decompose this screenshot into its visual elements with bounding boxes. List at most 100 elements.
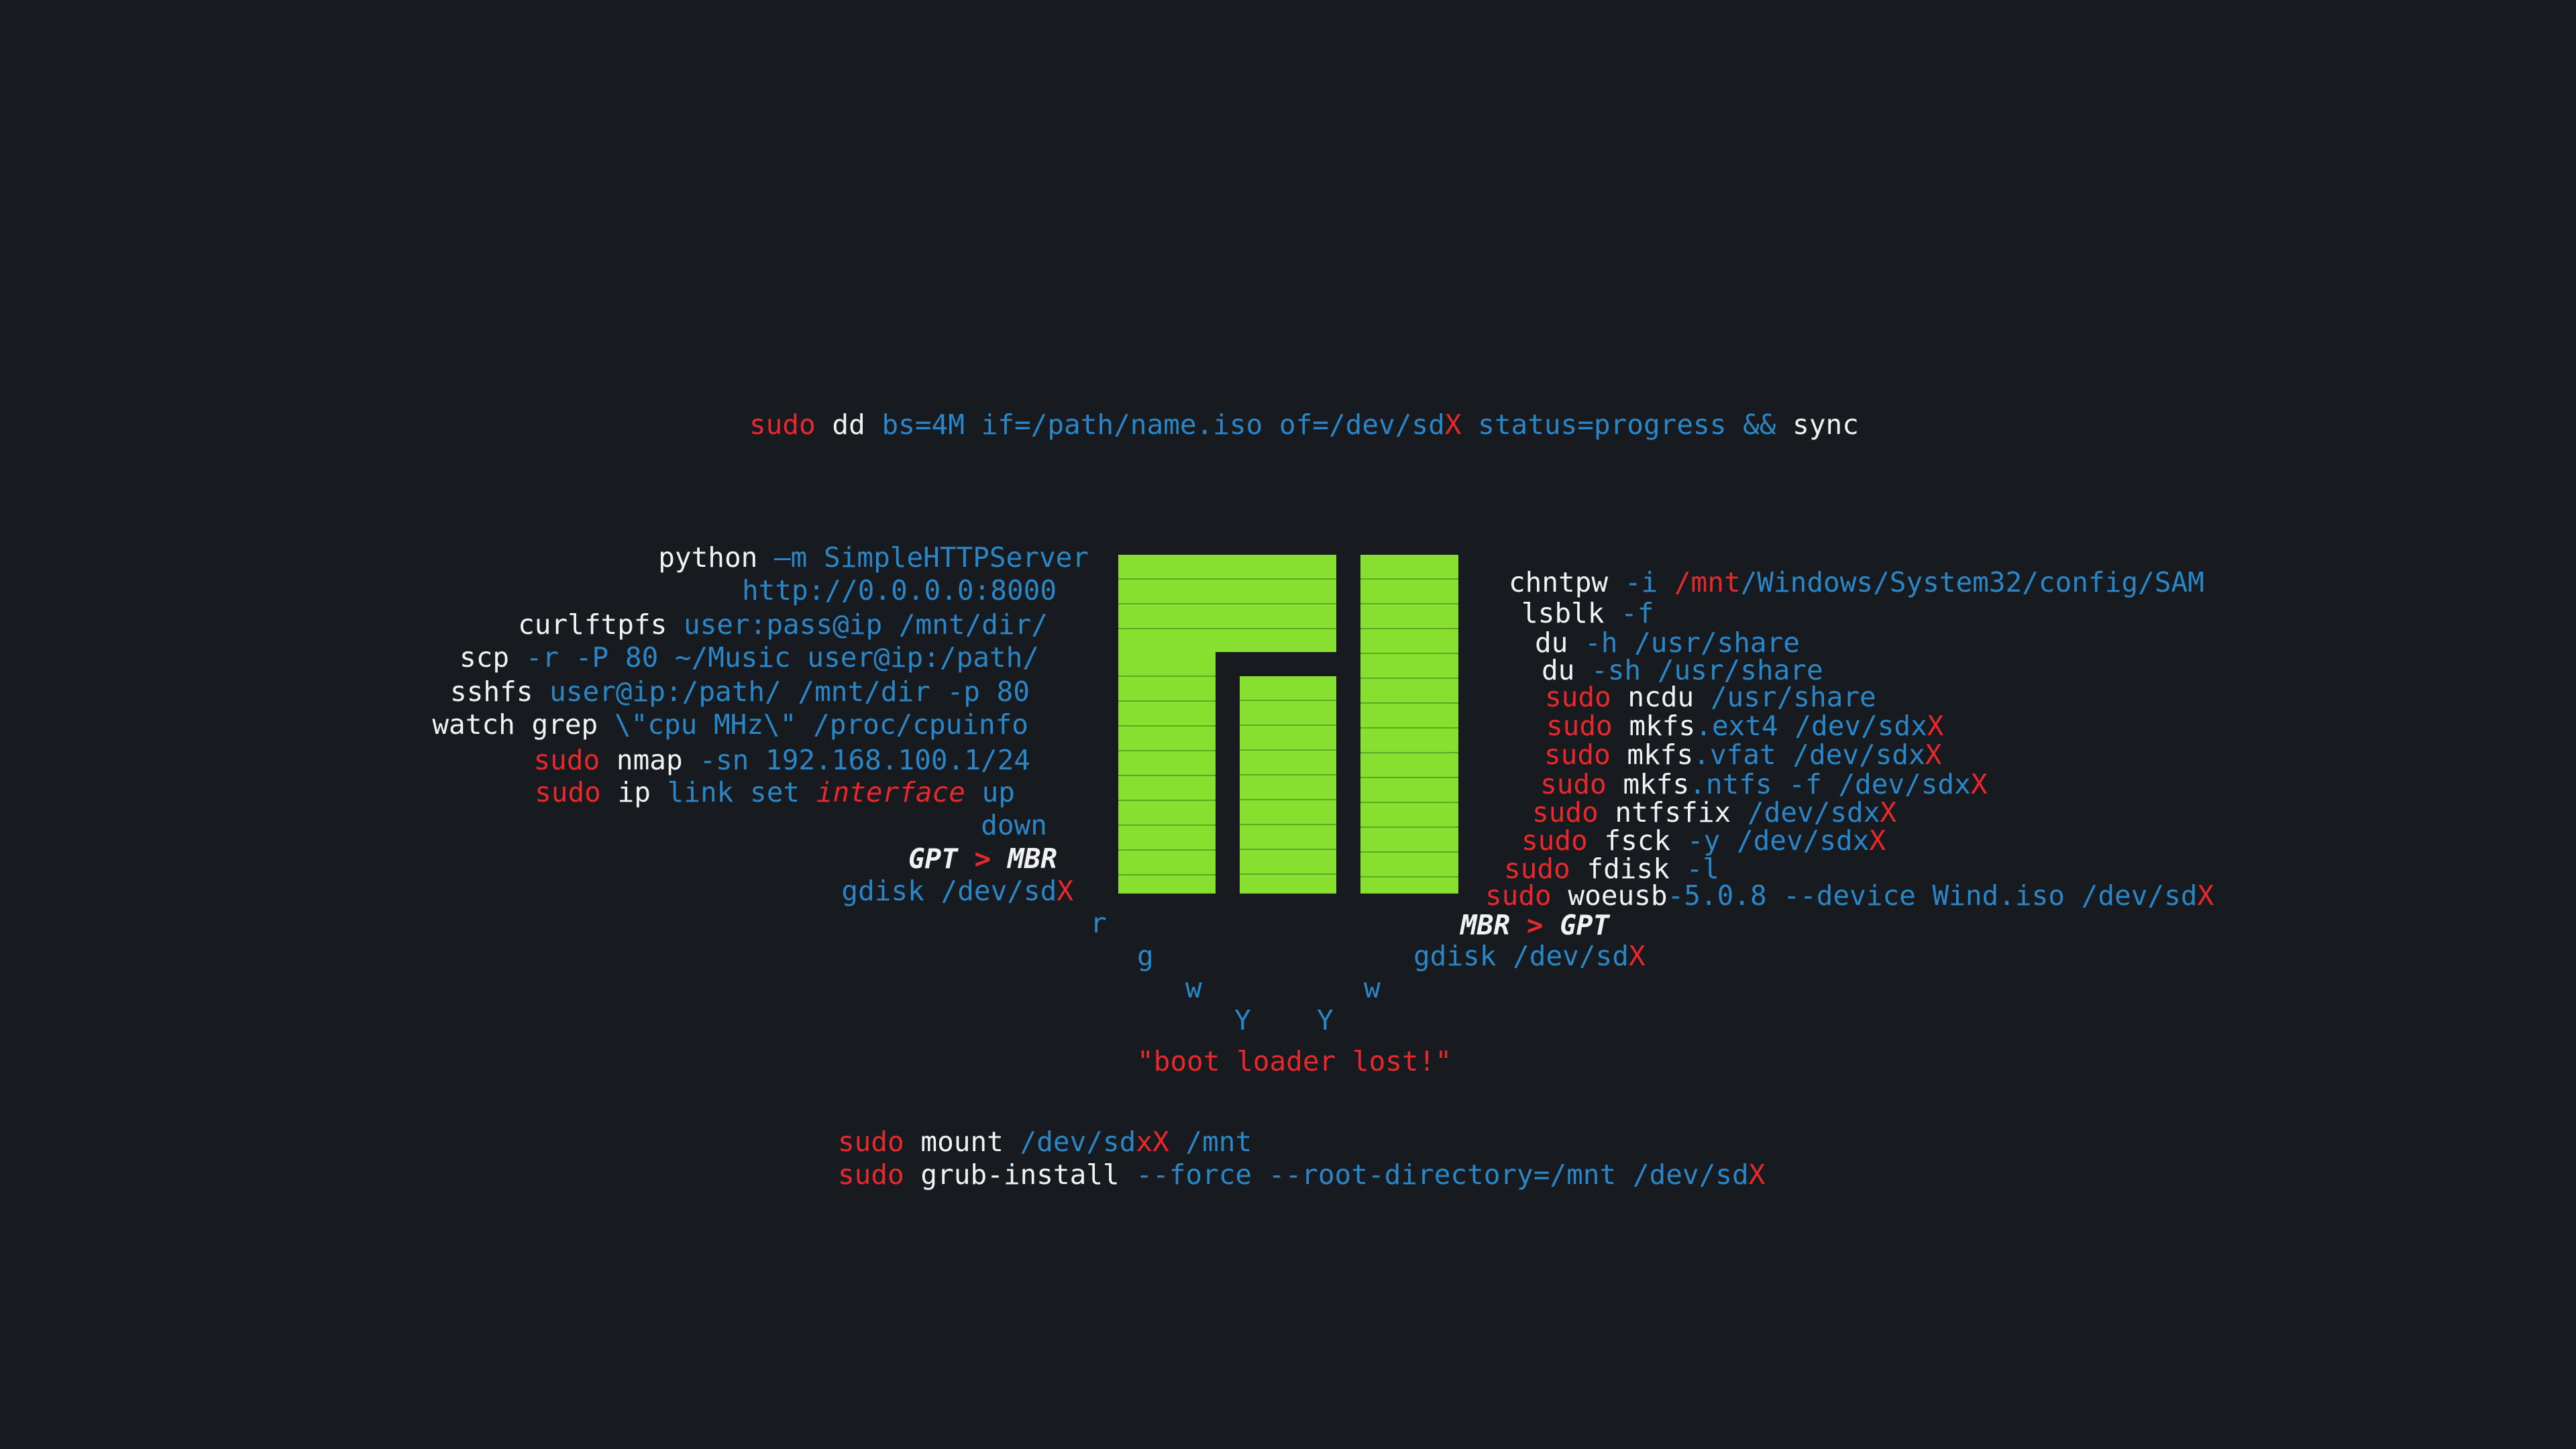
token: sudo — [533, 744, 600, 776]
token: python — [658, 541, 774, 574]
token: -sn 192.168.100.1/24 — [699, 744, 1030, 776]
command-line-gptmbr: GPT > MBR — [908, 845, 1057, 873]
token: x — [1911, 710, 1927, 742]
token: sudo — [838, 1126, 904, 1158]
token: nmap — [600, 744, 700, 776]
command-line-fsck: sudo fsck -y /dev/sdxX — [1521, 827, 1886, 855]
token: sudo — [1521, 824, 1588, 857]
command-line-watch: watch grep \"cpu MHz\" /proc/cpuinfo — [432, 711, 1028, 739]
token: gdisk /dev/sd — [1413, 940, 1629, 972]
token: watch grep — [432, 708, 614, 741]
command-line-chntpw: chntpw -i /mnt/Windows/System32/config/S… — [1509, 569, 2204, 596]
token: up — [965, 776, 1015, 808]
token: x — [1909, 739, 1925, 771]
token: sudo — [1532, 796, 1599, 828]
command-line-mkfs-ext4: sudo mkfs.ext4 /dev/sdxX — [1546, 712, 1943, 740]
token: .ext4 /dev/sd — [1695, 710, 1911, 742]
token: http://0.0.0.0:8000 — [742, 574, 1057, 606]
token: user@ip:/path/ /mnt/dir -p 80 — [549, 676, 1030, 708]
token: "boot loader lost!" — [1137, 1045, 1452, 1077]
token: sudo — [1540, 768, 1607, 800]
token: X — [1057, 875, 1073, 907]
token: r — [1090, 907, 1107, 939]
logo-right-column — [1360, 555, 1458, 894]
command-line-grub: sudo grub-install --force --root-directo… — [838, 1161, 1765, 1189]
token: ntfsfix — [1598, 796, 1748, 828]
token: g — [1137, 940, 1154, 972]
command-line-bootloader: "boot loader lost!" — [1137, 1048, 1452, 1075]
logo-left-column — [1118, 652, 1216, 894]
token: .ntfs -f /dev/sd — [1689, 768, 1955, 800]
token: X — [1748, 1159, 1766, 1191]
command-line-ntfsfix: sudo ntfsfix /dev/sdxX — [1532, 799, 1896, 826]
token: interface — [816, 776, 965, 808]
command-line-ncdu: sudo ncdu /usr/share — [1545, 684, 1876, 711]
token: mkfs — [1610, 739, 1694, 771]
command-line-fdisk: sudo fdisk -l — [1504, 855, 1719, 883]
token: /mnt — [1674, 566, 1741, 598]
token: x — [1863, 796, 1880, 828]
command-line-letter-Y-left: Y — [1234, 1007, 1251, 1034]
command-line-down: down — [981, 812, 1047, 839]
token: X — [1925, 739, 1942, 771]
command-line-iplink: sudo ip link set interface up — [535, 779, 1015, 806]
token: sudo — [838, 1159, 904, 1191]
command-line-letter-g: g — [1137, 943, 1154, 970]
token: mount — [904, 1126, 1020, 1158]
token: --force --root-directory=/mnt /dev/sd — [1136, 1159, 1749, 1191]
token: X — [1927, 710, 1944, 742]
token: x — [1954, 768, 1971, 800]
token: sshfs — [450, 676, 550, 708]
token: sudo — [535, 776, 601, 808]
token: X — [1880, 796, 1897, 828]
token: X — [1152, 1126, 1169, 1158]
command-line-letter-w-right: w — [1364, 975, 1381, 1002]
command-line-nmap: sudo nmap -sn 192.168.100.1/24 — [533, 747, 1030, 774]
token: > — [1510, 909, 1560, 941]
token: user:pass@ip /mnt/dir/ — [683, 608, 1048, 641]
token: Y — [1317, 1004, 1334, 1036]
token: gdisk /dev/sd — [841, 875, 1057, 907]
token: /dev/sd — [1020, 1126, 1136, 1158]
token: —m SimpleHTTPServer — [774, 541, 1089, 574]
token: grub-install — [904, 1159, 1136, 1191]
token: mkfs — [1606, 768, 1690, 800]
command-line-gdisk-left: gdisk /dev/sdX — [841, 877, 1073, 905]
token: X — [1970, 768, 1988, 800]
logo-top-bar — [1118, 555, 1336, 652]
command-line-curlftpfs: curlftpfs user:pass@ip /mnt/dir/ — [518, 611, 1048, 639]
command-line-sshfs: sshfs user@ip:/path/ /mnt/dir -p 80 — [450, 678, 1030, 706]
command-line-letter-Y-right: Y — [1317, 1007, 1334, 1034]
token: lsblk — [1521, 597, 1621, 629]
token: MBR — [1460, 909, 1511, 941]
token: sudo — [1545, 681, 1611, 713]
token: X — [1444, 409, 1462, 441]
token: x — [1136, 1126, 1153, 1158]
desktop-wallpaper: sudo dd bs=4M if=/path/name.iso of=/dev/… — [0, 0, 2576, 1449]
command-line-du-h: du -h /usr/share — [1535, 629, 1800, 657]
token: /Windows/System32/config/SAM — [1740, 566, 2204, 598]
command-line-woeusb: sudo woeusb-5.0.8 --device Wind.iso /dev… — [1485, 882, 2214, 910]
command-line-dd: sudo dd bs=4M if=/path/name.iso of=/dev/… — [749, 411, 1859, 439]
token: sync — [1792, 409, 1859, 441]
token: sudo — [1485, 879, 1552, 912]
token: -r -P 80 ~/Music user@ip:/path/ — [525, 641, 1039, 674]
token: -y /dev/sd — [1686, 824, 1853, 857]
token: GPT — [908, 843, 958, 875]
command-line-mkfs-vfat: sudo mkfs.vfat /dev/sdxX — [1544, 741, 1941, 769]
command-line-gdisk-right: gdisk /dev/sdX — [1413, 943, 1646, 970]
manjaro-logo-icon — [1118, 555, 1458, 894]
token: scp — [460, 641, 526, 674]
command-line-lsblk: lsblk -f — [1521, 600, 1654, 627]
token: w — [1185, 972, 1202, 1004]
token: /usr/share — [1710, 681, 1876, 713]
token: link set — [667, 776, 816, 808]
token: sudo — [1546, 710, 1613, 742]
token: MBR — [1007, 843, 1057, 875]
token: X — [1869, 824, 1886, 857]
token: -i — [1624, 566, 1674, 598]
logo-middle-column — [1240, 676, 1336, 894]
token: > — [957, 843, 1008, 875]
token: fsck — [1587, 824, 1687, 857]
token: w — [1364, 972, 1381, 1004]
